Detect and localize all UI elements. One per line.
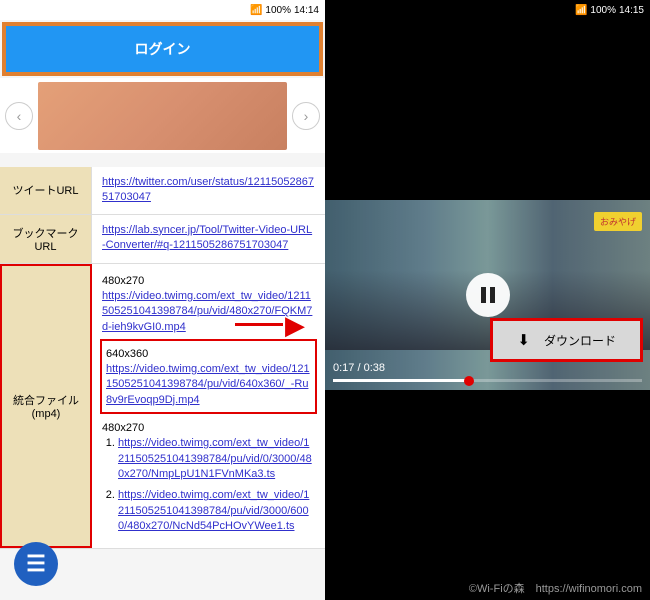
table-row: 統合ファイル (mp4) 480x270 https://video.twimg… [0,264,325,550]
time-display: 0:17 / 0:38 [333,362,642,374]
arrow-annotation: ▶ [285,310,305,341]
tweet-url-label: ツイートURL [0,167,92,214]
ts-link-2[interactable]: https://video.twimg.com/ext_tw_video/121… [118,489,309,532]
image-carousel: ‹ › [0,78,325,153]
souvenir-sign: おみやげ [594,212,642,231]
download-icon: ⬇ [517,331,530,349]
left-phone-screen: 📶 100% 14:14 ログイン ‹ › ツイートURL https://tw… [0,0,325,600]
ts-link-1[interactable]: https://video.twimg.com/ext_tw_video/121… [118,437,312,480]
progress-fill [333,379,469,382]
table-row: ブックマークURL https://lab.syncer.jp/Tool/Twi… [0,215,325,264]
status-bar: 📶 100% 14:14 [0,0,325,20]
battery-text: 100% [590,5,616,16]
mp4-link-640[interactable]: https://video.twimg.com/ext_tw_video/121… [106,363,310,406]
download-highlight: ⬇ ダウンロード [490,318,643,362]
bookmark-url-link[interactable]: https://lab.syncer.jp/Tool/Twitter-Video… [102,224,312,251]
resolution-label: 480x270 [102,275,315,287]
list-item: https://video.twimg.com/ext_tw_video/121… [118,488,315,534]
url-table: ツイートURL https://twitter.com/user/status/… [0,167,325,549]
download-label: ダウンロード [544,332,616,349]
pause-icon [481,287,495,303]
pause-button[interactable] [466,273,510,317]
mp4-label: 統合ファイル (mp4) [0,264,92,549]
mp4-640-highlight: 640x360 https://video.twimg.com/ext_tw_v… [100,339,317,414]
status-bar: 📶 100% 14:15 [325,0,650,20]
time-text: 14:14 [294,5,319,16]
carousel-prev-button[interactable]: ‹ [5,102,33,130]
hamburger-icon: ☰ [26,551,46,577]
progress-thumb[interactable] [464,376,474,386]
resolution-label: 640x360 [106,348,311,360]
menu-fab-button[interactable]: ☰ [14,542,58,586]
table-row: ツイートURL https://twitter.com/user/status/… [0,167,325,215]
login-button[interactable]: ログイン [6,26,319,72]
wifi-icon: 📶 [250,5,262,16]
tweet-url-link[interactable]: https://twitter.com/user/status/12115052… [102,176,314,203]
battery-text: 100% [265,5,291,16]
carousel-image [38,82,287,150]
mp4-link-480[interactable]: https://video.twimg.com/ext_tw_video/121… [102,290,312,333]
right-phone-screen: 📶 100% 14:15 おみやげ 0:17 / 0:38 ⬇ ダウンロード [325,0,650,600]
download-button[interactable]: ⬇ ダウンロード [493,321,640,359]
watermark-text: ©Wi-Fiの森 https://wifinomori.com [469,580,642,596]
time-text: 14:15 [619,5,644,16]
wifi-icon: 📶 [575,5,587,16]
carousel-next-button[interactable]: › [292,102,320,130]
list-item: https://video.twimg.com/ext_tw_video/121… [118,436,315,482]
login-highlight: ログイン [2,22,323,76]
resolution-label: 480x270 [102,422,315,434]
ts-list: https://video.twimg.com/ext_tw_video/121… [102,436,315,534]
bookmark-url-label: ブックマークURL [0,215,92,263]
progress-bar[interactable] [333,379,642,382]
